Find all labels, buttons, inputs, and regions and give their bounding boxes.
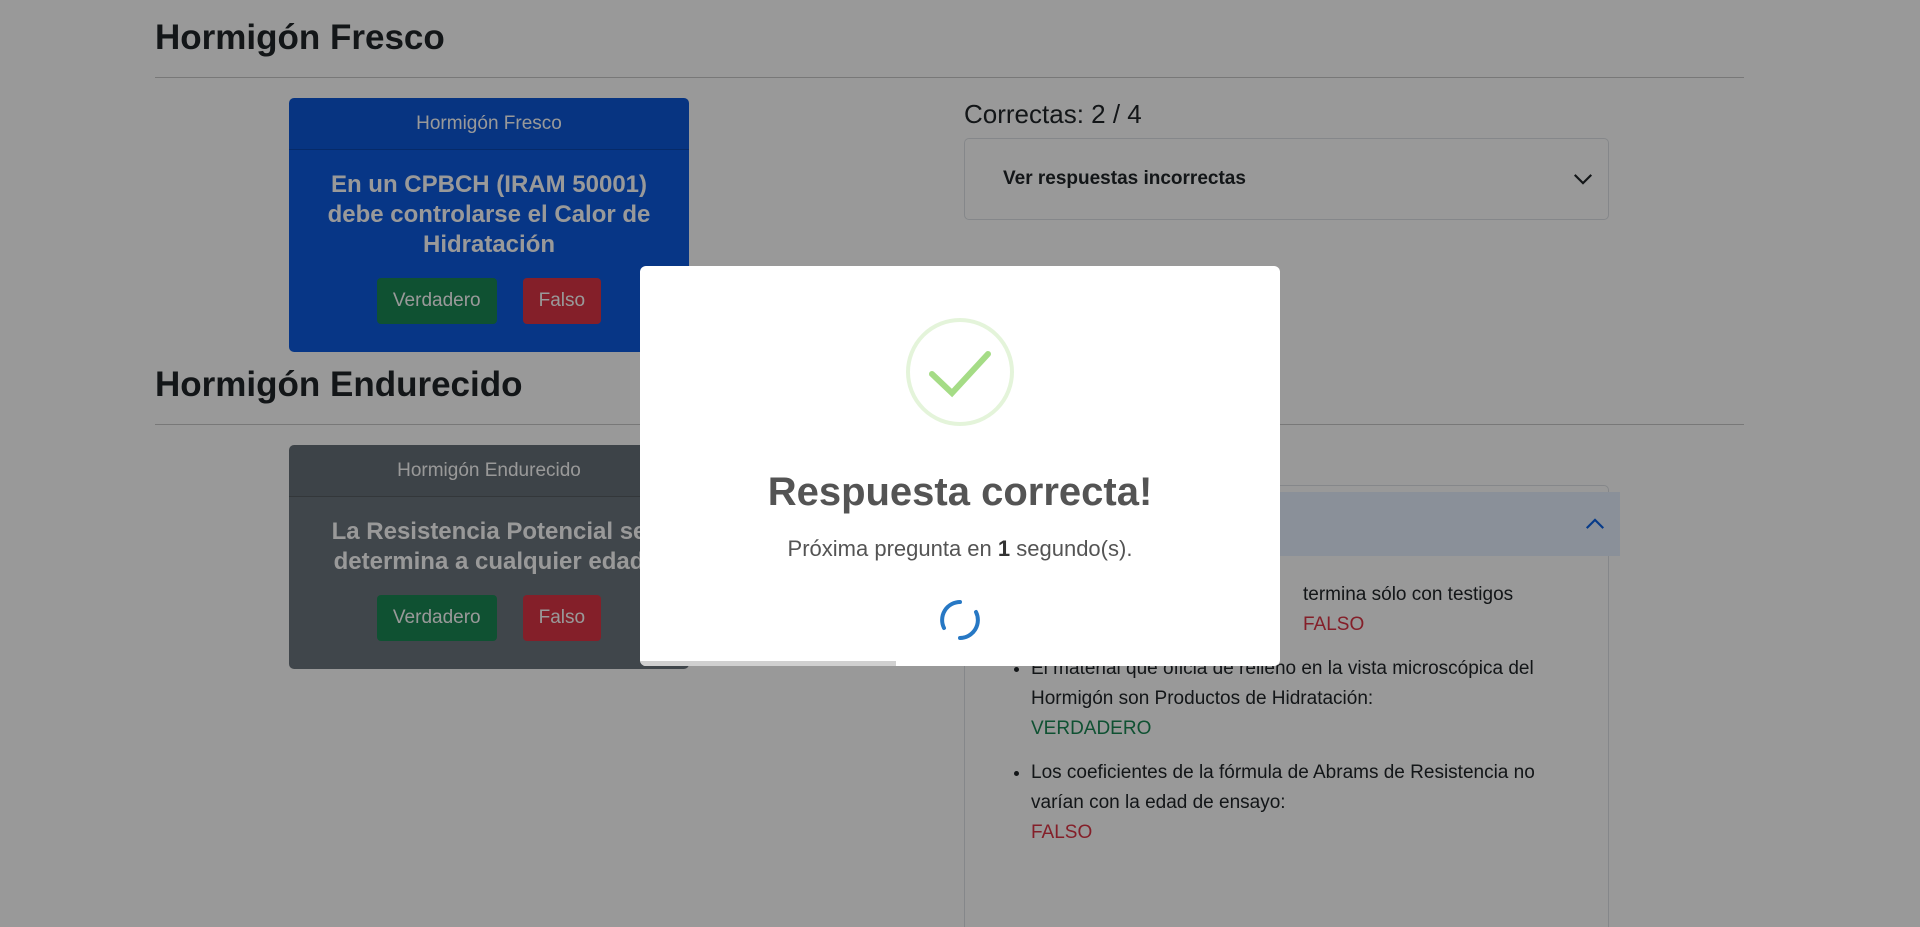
- countdown-suffix: segundo(s).: [1010, 536, 1133, 561]
- countdown-seconds: 1: [997, 536, 1011, 561]
- timer-progress-bar: [640, 661, 896, 666]
- success-check-icon: [906, 318, 1014, 426]
- success-modal: Respuesta correcta! Próxima pregunta en …: [640, 266, 1280, 666]
- modal-countdown-text: Próxima pregunta en 1 segundo(s).: [640, 536, 1280, 562]
- countdown-prefix: Próxima pregunta en: [787, 536, 998, 561]
- loading-spinner-icon: [940, 600, 980, 640]
- modal-title: Respuesta correcta!: [767, 470, 1153, 514]
